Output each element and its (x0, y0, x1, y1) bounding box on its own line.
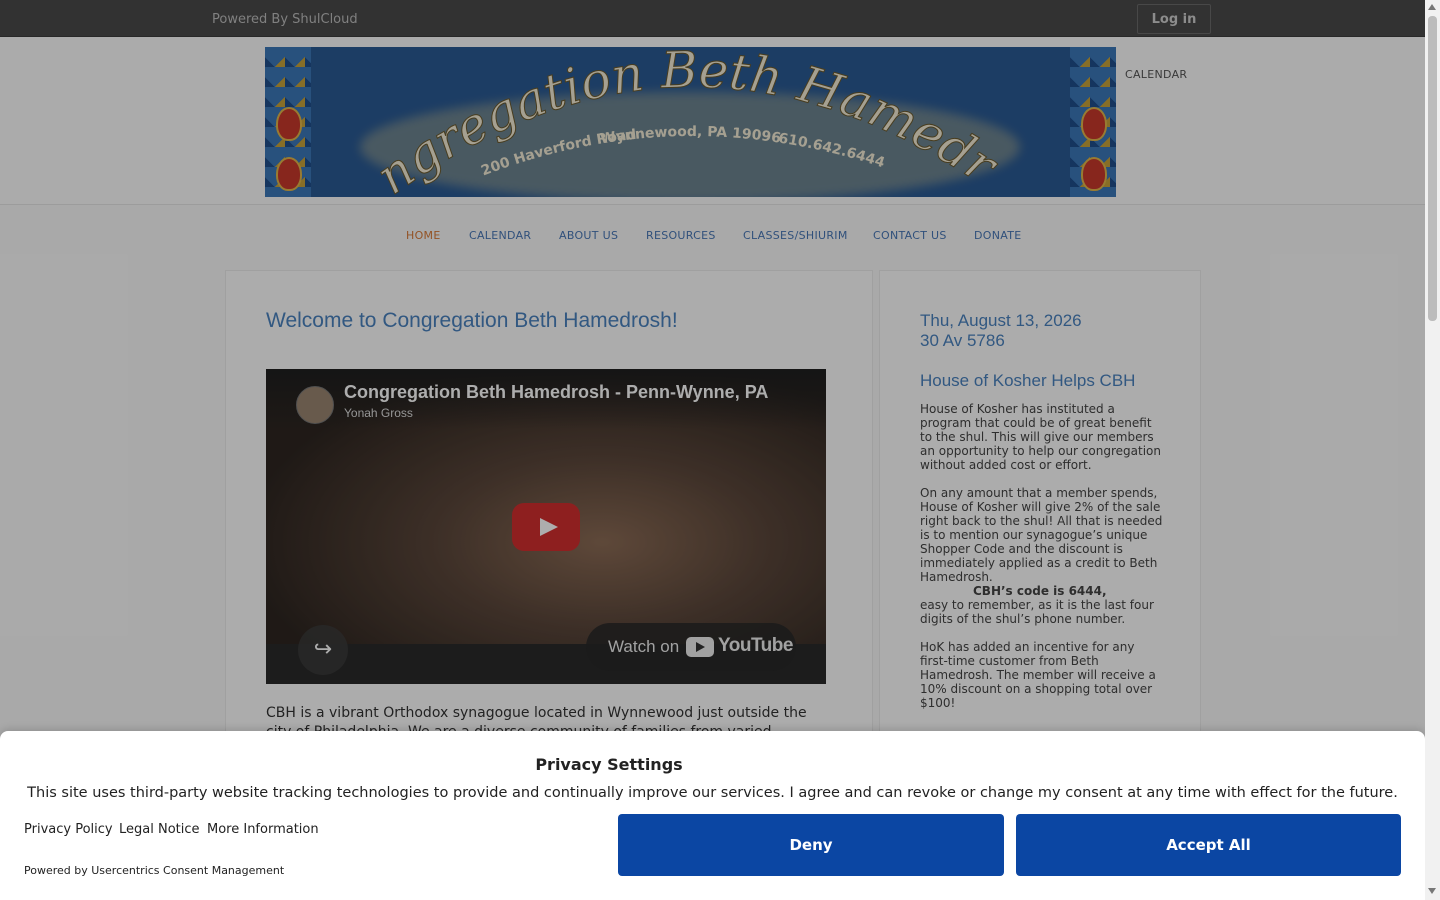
scroll-up-icon[interactable] (1428, 4, 1436, 10)
deny-button[interactable]: Deny (618, 814, 1004, 876)
more-information-link[interactable]: More Information (207, 822, 319, 837)
vertical-scrollbar[interactable] (1425, 0, 1440, 900)
consent-text: This site uses third-party website track… (27, 785, 1398, 801)
privacy-policy-link[interactable]: Privacy Policy (24, 822, 113, 837)
scroll-down-icon[interactable] (1428, 888, 1436, 894)
consent-title: Privacy Settings (535, 755, 683, 774)
legal-notice-link[interactable]: Legal Notice (119, 822, 200, 837)
page: Powered By ShulCloud Log in Congre (0, 0, 1425, 900)
scrollbar-thumb[interactable] (1428, 16, 1437, 321)
accept-all-button[interactable]: Accept All (1016, 814, 1401, 876)
usercentrics-powered-by[interactable]: Powered by Usercentrics Consent Manageme… (24, 864, 284, 877)
privacy-consent-banner: Privacy Settings This site uses third-pa… (0, 731, 1425, 900)
